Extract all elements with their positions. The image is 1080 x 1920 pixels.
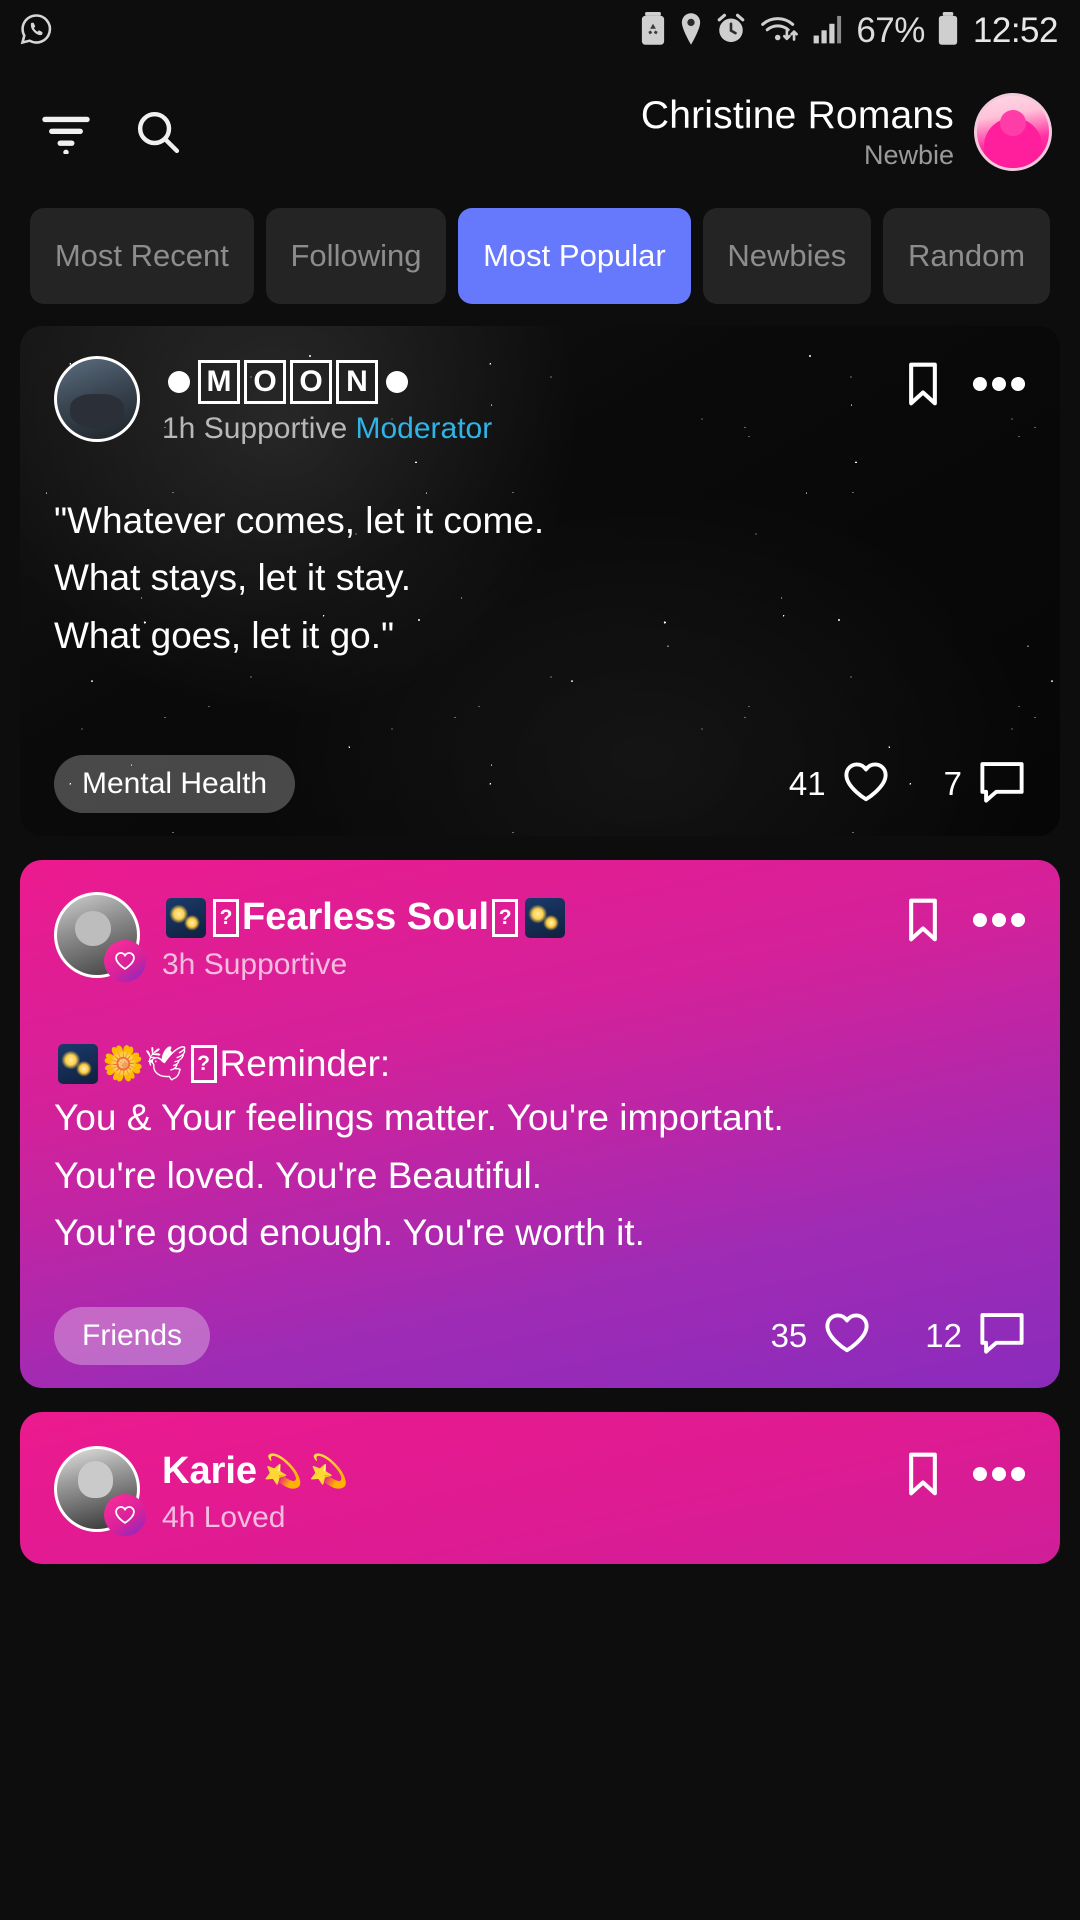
- post-engagement: 41 7: [789, 760, 1026, 809]
- status-bar-notifications: [18, 11, 54, 52]
- post-meta: 4h Loved: [162, 1501, 349, 1535]
- profile-rank: Newbie: [863, 139, 954, 170]
- bookmark-icon[interactable]: [906, 898, 940, 947]
- dove-icon: 🕊: [144, 1044, 188, 1083]
- tab-following[interactable]: Following: [265, 208, 447, 304]
- post-body: "Whatever comes, let it come. What stays…: [54, 492, 1026, 664]
- post-author-label: Karie: [162, 1449, 258, 1492]
- alarm-icon: [715, 12, 747, 51]
- post-author-role: Moderator: [355, 412, 493, 445]
- post-body: 🌼 🕊 ? Reminder: You & Your feelings matt…: [54, 1038, 1026, 1262]
- tab-random[interactable]: Random: [883, 208, 1050, 304]
- post-line: You're loved. You're Beautiful.: [54, 1154, 542, 1196]
- moon-letter-n: N: [336, 360, 378, 404]
- like-count: 41: [788, 765, 826, 802]
- app-screen: 67% 12:52 Christine Romans Newbie Most R…: [0, 0, 1080, 1920]
- unsupported-glyph-icon: ?: [213, 898, 239, 937]
- tab-newbies[interactable]: Newbies: [702, 208, 872, 304]
- wifi-icon: [758, 12, 800, 51]
- blossom-icon: 🌼: [102, 1044, 145, 1083]
- profile-name: Christine Romans: [640, 94, 954, 138]
- bookmark-icon[interactable]: [906, 362, 940, 411]
- mood-heart-badge-icon: [104, 1493, 146, 1536]
- post-line: What goes, let it go.": [54, 614, 395, 656]
- bullet-dot-icon: [386, 371, 408, 393]
- comment-icon[interactable]: [978, 1311, 1026, 1360]
- post-card-karie[interactable]: Karie 💫 💫 4h Loved: [20, 1411, 1060, 1564]
- post-mood: Supportive: [203, 947, 348, 981]
- filter-icon[interactable]: [38, 104, 94, 160]
- app-header: Christine Romans Newbie: [0, 62, 1080, 202]
- post-card-moon[interactable]: MOON 1h Supportive Moderator "Whatever c…: [20, 326, 1060, 836]
- post-time: 3h: [162, 947, 196, 981]
- post-footer: Friends 35 12: [20, 1284, 1060, 1388]
- profile-avatar[interactable]: [974, 93, 1052, 171]
- dizzy-star-icon: 💫: [263, 1452, 303, 1489]
- unsupported-glyph-icon: ?: [492, 898, 519, 937]
- comment-count: 12: [925, 1316, 962, 1354]
- profile-summary[interactable]: Christine Romans Newbie: [641, 93, 1052, 171]
- search-icon[interactable]: [130, 104, 186, 160]
- tab-most-recent[interactable]: Most Recent: [30, 208, 254, 304]
- post-tag[interactable]: Friends: [54, 1306, 211, 1365]
- post-header: MOON 1h Supportive Moderator: [54, 356, 1026, 446]
- feed-filter-tabs: Most Recent Following Most Popular Newbi…: [0, 202, 1080, 326]
- clock-label: 12:52: [972, 11, 1059, 50]
- post-tag[interactable]: Mental Health: [54, 755, 296, 813]
- whatsapp-icon: [18, 11, 54, 52]
- post-line: You & Your feelings matter. You're impor…: [54, 1097, 784, 1139]
- post-time: 1h: [162, 412, 196, 445]
- post-author-name: ? Fearless Soul?: [162, 896, 569, 940]
- post-meta: 3h Supportive: [162, 948, 569, 982]
- post-footer: Mental Health 41 7: [20, 732, 1060, 836]
- battery-saver-icon: [639, 11, 667, 51]
- status-bar: 67% 12:52: [0, 0, 1080, 62]
- bullet-dot-icon: [168, 371, 190, 393]
- location-icon: [678, 12, 704, 51]
- fireworks-icon: [525, 897, 566, 938]
- post-line: What stays, let it stay.: [54, 557, 412, 599]
- like-count: 35: [770, 1316, 808, 1354]
- heart-icon[interactable]: [823, 1311, 871, 1360]
- post-time: 4h: [162, 1501, 196, 1535]
- status-bar-indicators: 67% 12:52: [639, 11, 1059, 51]
- post-header: ? Fearless Soul? 3h Supportive: [54, 892, 1026, 982]
- more-options-icon[interactable]: [972, 898, 1026, 947]
- comment-count: 7: [943, 765, 962, 802]
- dizzy-star-icon: 💫: [308, 1452, 349, 1489]
- signal-icon: [811, 12, 845, 51]
- more-options-icon[interactable]: [972, 362, 1026, 411]
- moon-letter-o1: O: [244, 360, 286, 404]
- post-line: "Whatever comes, let it come.: [54, 500, 545, 541]
- more-options-icon[interactable]: [972, 1452, 1026, 1501]
- heart-icon[interactable]: [842, 760, 890, 809]
- post-feed: MOON 1h Supportive Moderator "Whatever c…: [0, 326, 1080, 1564]
- battery-icon: [936, 11, 960, 51]
- post-engagement: 35 12: [771, 1311, 1026, 1360]
- post-author-name: Karie 💫 💫: [162, 1450, 349, 1494]
- post-author-label: Fearless Soul: [242, 896, 490, 938]
- post-lead-line: 🌼 🕊 ? Reminder:: [54, 1038, 1026, 1090]
- post-lead-label: Reminder:: [219, 1042, 391, 1084]
- bookmark-icon[interactable]: [906, 1452, 940, 1501]
- unsupported-glyph-icon: ?: [190, 1044, 217, 1083]
- post-mood: Loved: [203, 1501, 286, 1535]
- post-meta: 1h Supportive Moderator: [162, 412, 492, 446]
- post-mood: Supportive: [203, 412, 348, 445]
- post-author-avatar[interactable]: [54, 356, 140, 442]
- comment-icon[interactable]: [978, 760, 1026, 809]
- fireworks-icon: [166, 897, 206, 938]
- moon-letter-o2: O: [290, 360, 332, 404]
- moon-letter-m: M: [198, 360, 240, 404]
- post-line: You're good enough. You're worth it.: [54, 1212, 645, 1254]
- battery-percent-label: 67%: [856, 11, 925, 50]
- fireworks-icon: [58, 1043, 98, 1084]
- post-author-name: MOON: [162, 360, 492, 404]
- post-card-fearless-soul[interactable]: ? Fearless Soul? 3h Supportive 🌼 🕊 ? Rem…: [20, 860, 1060, 1388]
- mood-heart-badge-icon: [104, 940, 146, 982]
- tab-most-popular[interactable]: Most Popular: [458, 208, 691, 304]
- post-header: Karie 💫 💫 4h Loved: [54, 1445, 1026, 1536]
